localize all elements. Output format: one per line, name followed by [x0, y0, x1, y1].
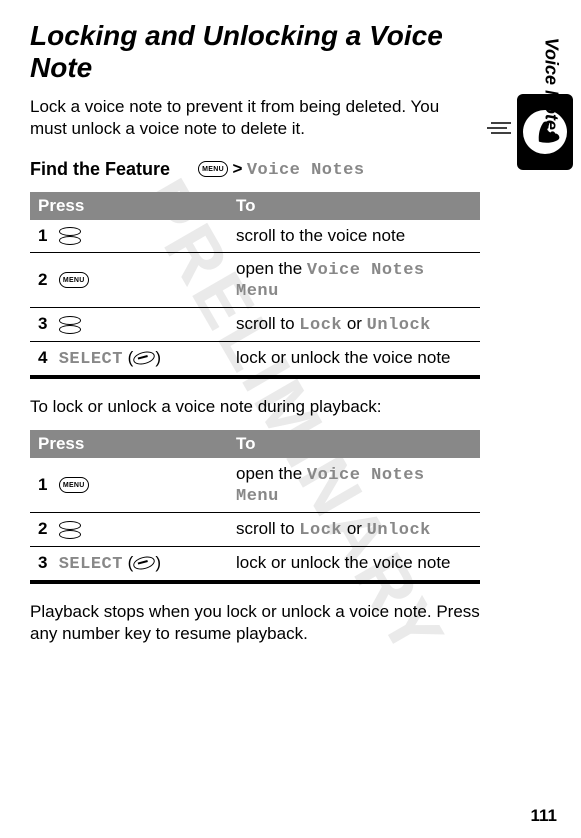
step-number: 2: [38, 270, 54, 290]
table-header-press: Press: [30, 192, 228, 220]
find-feature-path: MENU > Voice Notes: [198, 159, 365, 180]
scroll-key-icon: [59, 521, 81, 539]
outro-text: Playback stops when you lock or unlock a…: [30, 601, 490, 645]
select-label: SELECT: [59, 350, 123, 369]
step-description: scroll to Lock or Unlock: [228, 512, 480, 546]
page-title: Locking and Unlocking a Voice Note: [30, 20, 480, 84]
find-feature-label: Find the Feature: [30, 159, 170, 180]
mid-text: To lock or unlock a voice note during pl…: [30, 396, 490, 418]
table-row: 1 scroll to the voice note: [30, 220, 480, 253]
intro-text: Lock a voice note to prevent it from bei…: [30, 96, 450, 140]
select-label: SELECT: [59, 555, 123, 574]
table-header-to: To: [228, 430, 480, 458]
table-row: 4 SELECT () lock or unlock the voice not…: [30, 341, 480, 376]
step-description: open the Voice Notes Menu: [228, 458, 480, 513]
step-description: scroll to Lock or Unlock: [228, 307, 480, 341]
table-header-to: To: [228, 192, 480, 220]
find-feature-row: Find the Feature MENU > Voice Notes: [30, 159, 480, 180]
table-row: 1 MENU open the Voice Notes Menu: [30, 458, 480, 513]
steps-table-1: Press To 1 scroll to the voice note 2 ME…: [30, 192, 480, 378]
voice-notes-menu-text: Voice Notes: [247, 161, 365, 180]
step-number: 2: [38, 519, 54, 539]
table-row: 3 SELECT () lock or unlock the voice not…: [30, 546, 480, 581]
step-description: scroll to the voice note: [228, 220, 480, 253]
breadcrumb-separator: >: [232, 159, 242, 178]
menu-key-icon: MENU: [59, 477, 89, 493]
step-number: 4: [38, 348, 54, 368]
table-row: 3 scroll to Lock or Unlock: [30, 307, 480, 341]
table-row: 2 MENU open the Voice Notes Menu: [30, 252, 480, 307]
side-section-label: Voice Notes: [540, 38, 561, 140]
page-content: Locking and Unlocking a Voice Note Lock …: [0, 0, 520, 677]
steps-table-2: Press To 1 MENU open the Voice Notes Men…: [30, 430, 480, 583]
scroll-key-icon: [59, 227, 81, 245]
step-number: 3: [38, 314, 54, 334]
step-number: 1: [38, 226, 54, 246]
step-description: open the Voice Notes Menu: [228, 252, 480, 307]
step-description: lock or unlock the voice note: [228, 341, 480, 376]
step-description: lock or unlock the voice note: [228, 546, 480, 581]
softkey-icon: [132, 349, 156, 366]
step-number: 1: [38, 475, 54, 495]
menu-key-icon: MENU: [59, 272, 89, 288]
menu-key-icon: MENU: [198, 161, 228, 177]
page-number: 111: [531, 806, 558, 826]
table-header-press: Press: [30, 430, 228, 458]
scroll-key-icon: [59, 316, 81, 334]
table-row: 2 scroll to Lock or Unlock: [30, 512, 480, 546]
softkey-icon: [132, 555, 156, 572]
step-number: 3: [38, 553, 54, 573]
